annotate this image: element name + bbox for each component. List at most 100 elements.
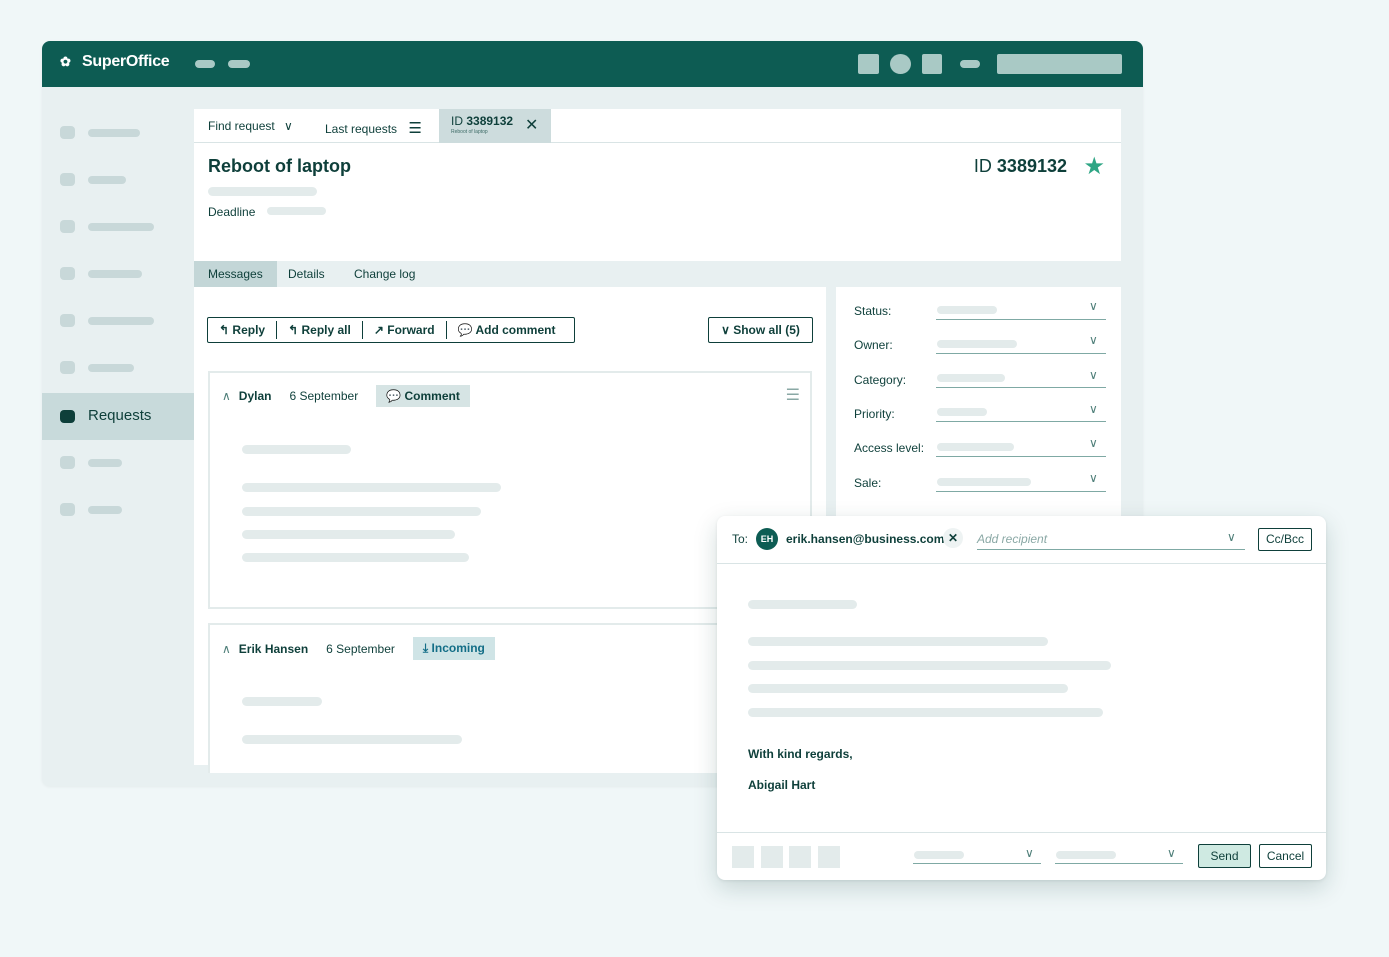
request-id-display: ID 3389132 xyxy=(974,156,1067,177)
superoffice-logo[interactable]: ✿ SuperOffice xyxy=(60,53,170,71)
close-tab-icon[interactable]: ✕ xyxy=(525,115,538,135)
placeholder-bar xyxy=(748,637,1048,646)
sidebar-item-label: Requests xyxy=(88,407,152,424)
remove-recipient-icon[interactable]: ✕ xyxy=(943,528,963,548)
format-icon[interactable] xyxy=(732,846,754,868)
recipient-chip[interactable]: erik.hansen@business.com xyxy=(786,532,944,546)
nav-icon xyxy=(60,126,75,139)
deadline-label: Deadline xyxy=(208,205,256,219)
message-author: Erik Hansen xyxy=(238,641,309,656)
request-properties-panel: Status: ∨ Owner: ∨ Category: ∨ Priority:… xyxy=(826,287,1121,527)
sale-value xyxy=(937,478,1031,486)
ticket-tab-subtitle: Reboot of laptop xyxy=(451,129,488,135)
sidebar-item-requests[interactable]: Requests xyxy=(42,393,194,440)
sale-select[interactable] xyxy=(936,491,1106,492)
sidebar-item[interactable] xyxy=(42,344,194,391)
reply-icon: ↰ xyxy=(219,323,230,337)
forward-button[interactable]: ↗ Forward xyxy=(363,321,447,339)
chevron-down-icon[interactable]: ∨ xyxy=(1227,530,1236,544)
placeholder-search-field[interactable] xyxy=(997,54,1122,74)
placeholder-bar xyxy=(88,364,134,372)
option-select[interactable] xyxy=(1055,863,1183,864)
owner-label: Owner: xyxy=(854,338,893,352)
chevron-down-icon[interactable]: ∨ xyxy=(1089,402,1098,416)
placeholder-bar xyxy=(88,506,122,514)
last-requests-menu[interactable]: Last requests ☰ xyxy=(325,119,422,137)
sub-tabs: Messages Details Change log xyxy=(194,261,1121,287)
incoming-badge: ⤓ Incoming xyxy=(412,637,495,660)
chevron-down-icon[interactable]: ∨ xyxy=(1025,846,1034,860)
comment-icon: 💬 xyxy=(386,389,402,403)
requests-icon xyxy=(60,410,75,423)
priority-select[interactable] xyxy=(936,421,1106,422)
sidebar-item[interactable] xyxy=(42,250,194,297)
cc-bcc-button[interactable]: Cc/Bcc xyxy=(1258,528,1312,551)
sidebar-item[interactable] xyxy=(42,156,194,203)
show-all-button[interactable]: ∨ Show all (5) xyxy=(708,317,813,343)
ticket-id-prefix: ID xyxy=(451,114,463,128)
placeholder-bar xyxy=(748,708,1103,717)
template-select[interactable] xyxy=(913,863,1041,864)
select-value xyxy=(914,851,964,859)
reply-all-button[interactable]: ↰ Reply all xyxy=(277,321,363,339)
add-comment-button[interactable]: 💬 Add comment xyxy=(447,321,567,339)
hamburger-icon: ☰ xyxy=(408,120,422,137)
placeholder-bar xyxy=(748,684,1068,693)
placeholder-bar xyxy=(242,530,455,539)
format-icon[interactable] xyxy=(789,846,811,868)
cancel-button[interactable]: Cancel xyxy=(1259,844,1312,868)
send-button[interactable]: Send xyxy=(1198,844,1251,868)
add-comment-label: Add comment xyxy=(475,323,556,337)
chevron-down-icon[interactable]: ∨ xyxy=(1089,333,1098,347)
chevron-down-icon[interactable]: ∨ xyxy=(1089,436,1098,450)
placeholder-bar xyxy=(88,270,142,278)
tab-messages[interactable]: Messages xyxy=(194,261,277,287)
tab-change-log[interactable]: Change log xyxy=(340,261,429,287)
format-icon[interactable] xyxy=(818,846,840,868)
sidebar-item[interactable] xyxy=(42,203,194,250)
sidebar-item[interactable] xyxy=(42,486,194,533)
placeholder-bar xyxy=(88,129,140,137)
forward-label: Forward xyxy=(387,323,435,337)
placeholder-square-icon[interactable] xyxy=(858,54,879,74)
chevron-down-icon[interactable]: ∨ xyxy=(1167,846,1176,860)
status-select[interactable] xyxy=(936,319,1106,320)
star-icon[interactable]: ★ xyxy=(1083,152,1105,181)
reply-button[interactable]: ↰ Reply xyxy=(208,321,278,339)
placeholder-pill xyxy=(195,60,215,68)
chevron-down-icon[interactable]: ∨ xyxy=(1089,299,1098,313)
category-select[interactable] xyxy=(936,387,1106,388)
deadline-value-placeholder xyxy=(267,207,326,215)
sidebar-item[interactable] xyxy=(42,297,194,344)
priority-label: Priority: xyxy=(854,407,895,421)
message-header[interactable]: ∧ Dylan 6 September 💬 Comment xyxy=(222,385,470,407)
category-value xyxy=(937,374,1005,382)
placeholder-bar xyxy=(242,483,501,492)
message-header[interactable]: ∧ Erik Hansen 6 September ⤓ Incoming xyxy=(222,637,495,660)
access-level-select[interactable] xyxy=(936,456,1106,457)
find-request-dropdown[interactable]: Find request ∨ xyxy=(208,119,293,133)
category-label: Category: xyxy=(854,373,907,387)
email-closing: With kind regards, xyxy=(748,747,853,761)
format-icon[interactable] xyxy=(761,846,783,868)
sidebar-item[interactable] xyxy=(42,439,194,486)
add-recipient-underline xyxy=(977,549,1245,550)
chevron-down-icon: ∨ xyxy=(284,119,293,133)
sidebar-item[interactable] xyxy=(42,109,194,156)
message-menu-icon[interactable]: ☰ xyxy=(786,385,800,405)
placeholder-circle-icon[interactable] xyxy=(890,54,911,74)
placeholder-bar xyxy=(748,661,1111,670)
placeholder-square-icon[interactable] xyxy=(922,54,942,74)
nav-icon xyxy=(60,220,75,233)
status-label: Status: xyxy=(854,304,892,318)
logo-icon: ✿ xyxy=(60,54,71,69)
show-all-label: Show all (5) xyxy=(733,323,800,337)
add-recipient-input[interactable]: Add recipient xyxy=(977,532,1047,546)
owner-select[interactable] xyxy=(936,353,1106,354)
chevron-down-icon[interactable]: ∨ xyxy=(1089,368,1098,382)
divider xyxy=(717,832,1326,833)
chevron-down-icon[interactable]: ∨ xyxy=(1089,471,1098,485)
ticket-tab[interactable]: ID 3389132 Reboot of laptop ✕ xyxy=(439,109,551,143)
owner-value xyxy=(937,340,1017,348)
tab-details[interactable]: Details xyxy=(274,261,339,287)
